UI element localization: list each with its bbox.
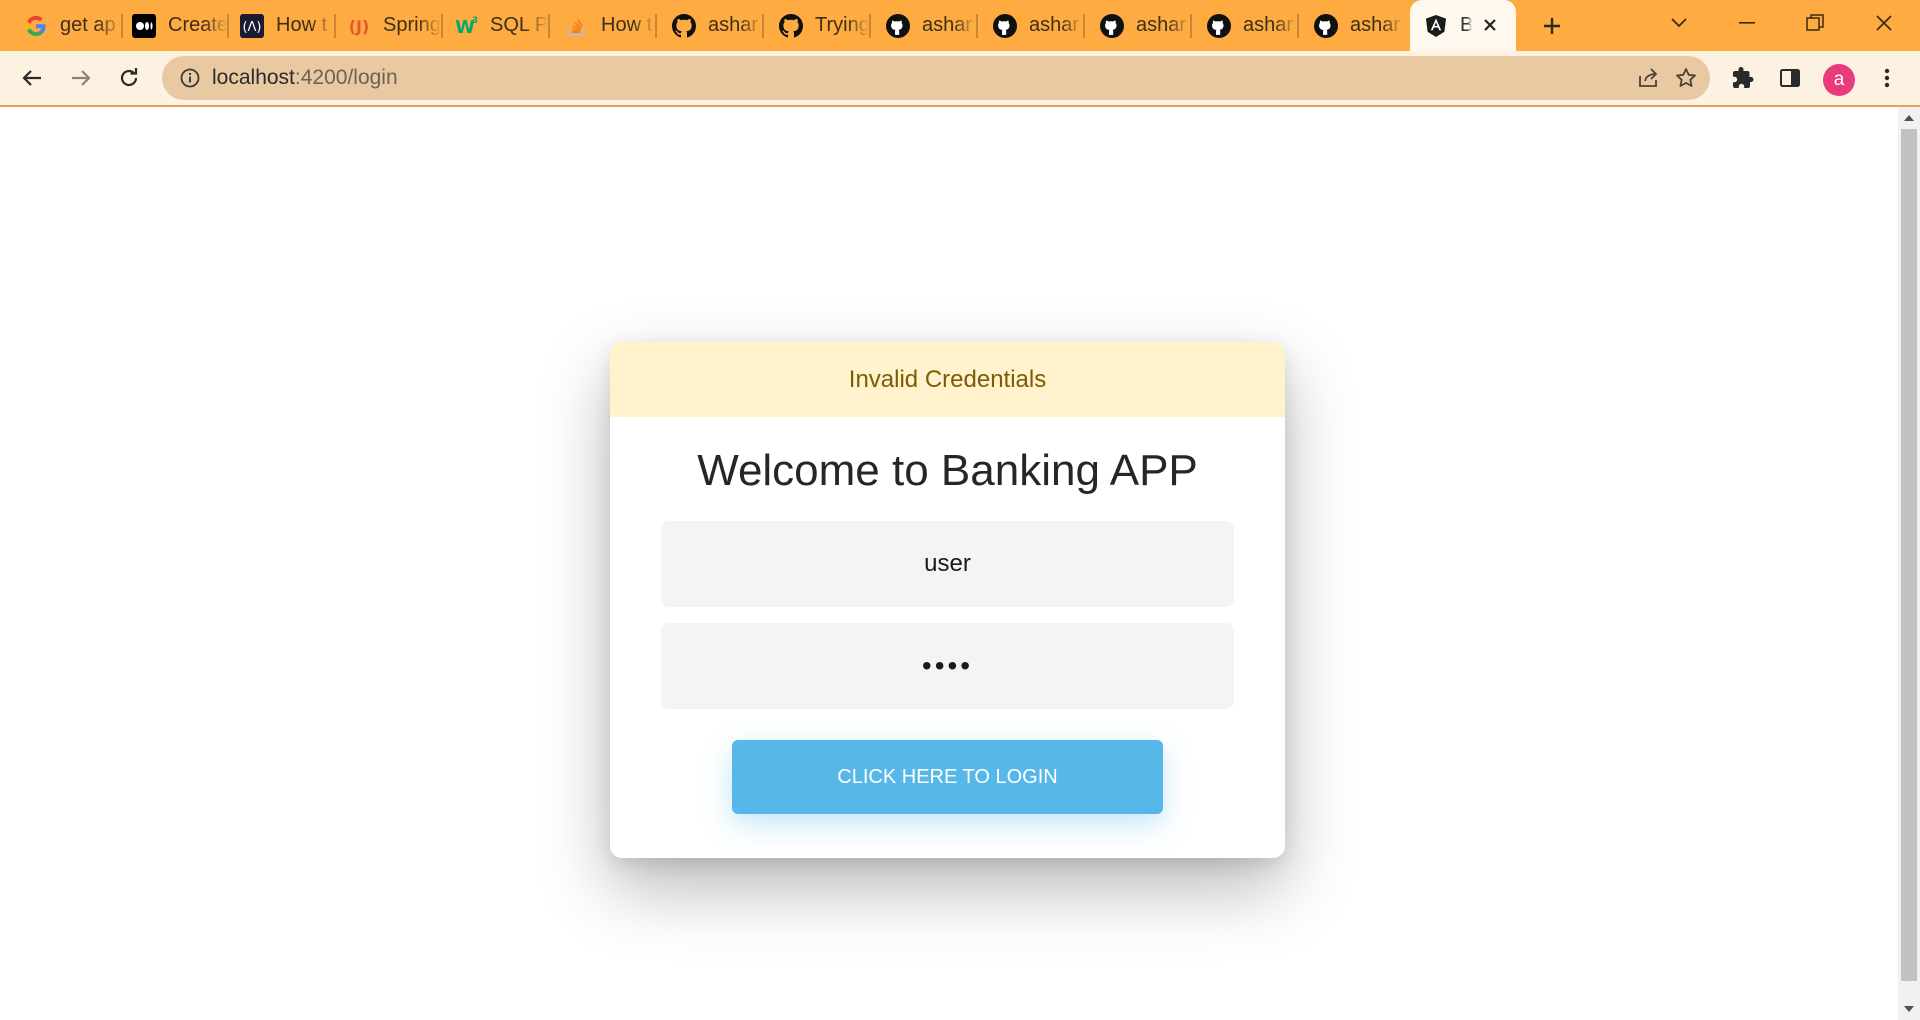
github-icon (779, 13, 803, 38)
new-tab-button[interactable] (1536, 10, 1568, 42)
tab-title: get ap (60, 14, 116, 36)
tab-title: SQL P (490, 14, 548, 36)
tab-11[interactable]: ashar (1084, 0, 1190, 51)
tab-7[interactable]: ashar (656, 0, 762, 51)
w3schools-icon: W3 (454, 14, 478, 38)
angular-dark-icon: (Λ) (240, 13, 264, 38)
error-alert: Invalid Credentials (610, 342, 1285, 417)
github-icon (672, 13, 696, 38)
browser-toolbar: localhost:4200/login a (0, 51, 1920, 107)
stackoverflow-icon (565, 14, 589, 38)
tab-title: ashar (1136, 14, 1187, 36)
tab-2[interactable]: Create (122, 0, 228, 51)
tab-title: ashar (708, 14, 759, 36)
profile-avatar[interactable]: a (1823, 64, 1855, 96)
url-host: localhost (212, 66, 295, 89)
minimize-button[interactable] (1713, 0, 1781, 45)
tab-title: How t (601, 14, 653, 36)
vertical-scrollbar[interactable] (1898, 107, 1920, 1020)
tab-4[interactable]: (J) Spring (335, 0, 441, 51)
page-title: Welcome to Banking APP (697, 446, 1198, 495)
tab-title: Ba (1460, 14, 1472, 36)
tab-title: How t (276, 14, 328, 36)
tab-title: Spring (383, 14, 441, 36)
scroll-up-arrow-icon[interactable] (1898, 109, 1920, 127)
close-tab-icon[interactable] (1478, 13, 1502, 37)
tab-8[interactable]: Trying (763, 0, 869, 51)
tab-12[interactable]: ashar (1191, 0, 1297, 51)
tab-3[interactable]: (Λ) How t (228, 0, 334, 51)
svg-text:(Λ): (Λ) (242, 20, 261, 35)
restore-button[interactable] (1781, 0, 1849, 45)
tab-title: Trying (815, 14, 869, 36)
svg-text:(J): (J) (349, 17, 370, 36)
scrollbar-thumb[interactable] (1901, 129, 1917, 981)
scroll-down-arrow-icon[interactable] (1898, 1000, 1920, 1018)
username-input[interactable] (661, 521, 1234, 607)
tab-5[interactable]: W3 SQL P (442, 0, 548, 51)
tab-13[interactable]: ashar (1298, 0, 1404, 51)
tab-strip: get ap Create (Λ) How t (J) Spring W3 SQ… (0, 0, 1920, 51)
tab-9[interactable]: ashar (870, 0, 976, 51)
tab-title: ashar (1243, 14, 1294, 36)
url-path: :4200/login (294, 66, 398, 89)
angular-icon (1424, 14, 1448, 38)
close-window-button[interactable] (1850, 0, 1918, 45)
javatpoint-icon: (J) (347, 14, 371, 38)
svg-text:3: 3 (472, 16, 478, 26)
back-button[interactable] (14, 60, 50, 96)
extensions-icon[interactable] (1725, 60, 1761, 96)
tab-title: ashar (922, 14, 973, 36)
bookmark-star-icon[interactable] (1670, 62, 1702, 94)
tab-title: ashar (1350, 14, 1401, 36)
google-icon (24, 14, 48, 38)
github-icon (1100, 13, 1124, 38)
login-button[interactable]: CLICK HERE TO LOGIN (732, 740, 1163, 814)
forward-button[interactable] (63, 60, 99, 96)
tab-title: ashar (1029, 14, 1080, 36)
side-panel-icon[interactable] (1772, 60, 1808, 96)
tab-1[interactable]: get ap (0, 0, 122, 51)
address-bar[interactable]: localhost:4200/login (162, 56, 1710, 100)
medium-icon (132, 13, 156, 38)
tab-active[interactable]: Ba (1410, 0, 1516, 51)
reload-button[interactable] (111, 60, 147, 96)
login-card: Invalid Credentials Welcome to Banking A… (610, 342, 1285, 858)
github-icon (1207, 13, 1231, 38)
github-icon (886, 13, 910, 38)
tab-title: Create (168, 14, 228, 36)
github-icon (1314, 13, 1338, 38)
page-viewport: Invalid Credentials Welcome to Banking A… (0, 107, 1898, 1020)
share-icon[interactable] (1632, 62, 1664, 94)
url-text: localhost:4200/login (212, 66, 398, 90)
tab-10[interactable]: ashar (977, 0, 1083, 51)
password-input[interactable] (661, 623, 1234, 709)
tab-search-button[interactable] (1645, 0, 1713, 45)
tab-6[interactable]: How t (549, 0, 655, 51)
github-icon (993, 13, 1017, 38)
site-info-icon[interactable] (176, 64, 204, 92)
menu-kebab-icon[interactable] (1869, 60, 1905, 96)
